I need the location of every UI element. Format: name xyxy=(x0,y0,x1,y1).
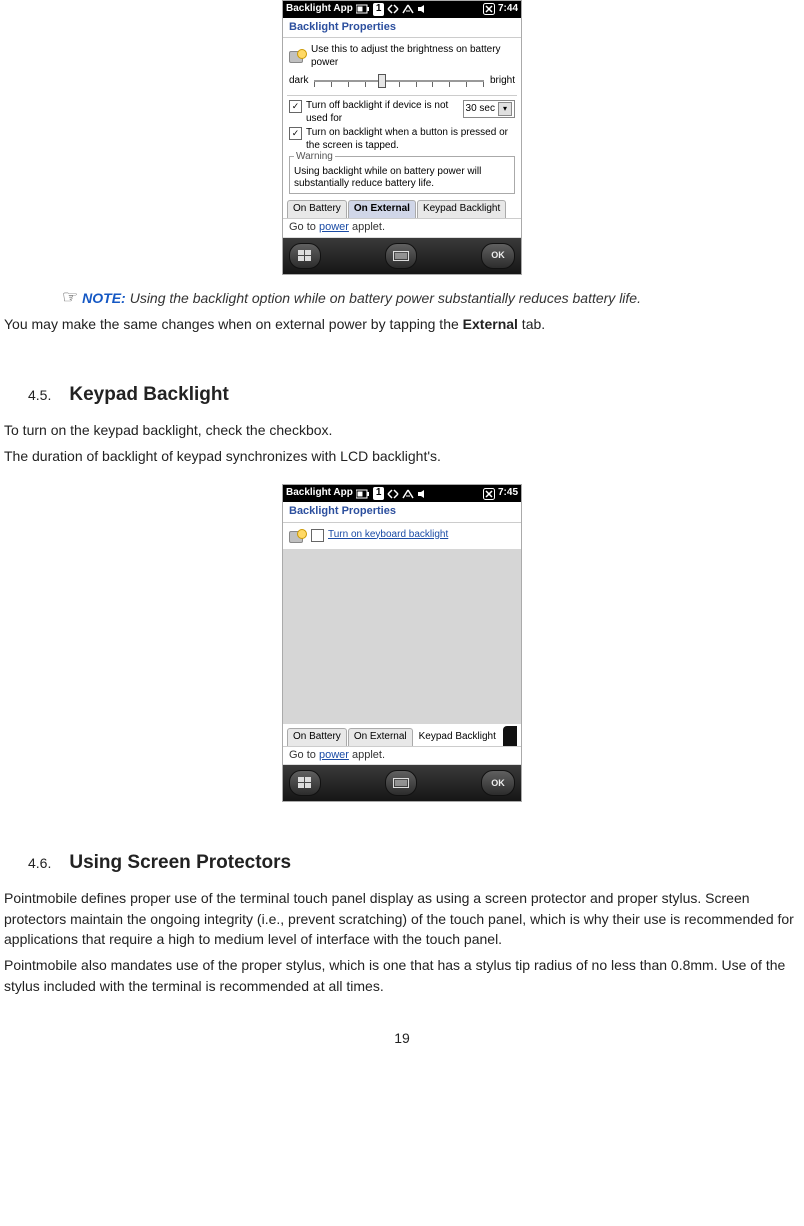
ok-button[interactable]: OK xyxy=(481,243,515,269)
goto-line: Go to power applet. xyxy=(283,747,521,766)
tab-keypad-backlight[interactable]: Keypad Backlight xyxy=(414,729,501,746)
status-app-name: Backlight App xyxy=(286,487,353,500)
tab-bar: On Battery On External Keypad Backlight xyxy=(283,196,521,219)
slider-label-dark: dark xyxy=(289,75,308,88)
timeout-select[interactable]: 30 sec ▾ xyxy=(463,100,515,118)
ok-button[interactable]: OK xyxy=(481,770,515,796)
volume-icon xyxy=(417,489,427,499)
soft-key-bar: OK xyxy=(283,765,521,801)
status-badge: 1 xyxy=(373,487,385,500)
signal-icon xyxy=(402,489,414,499)
page-number: 19 xyxy=(4,1030,800,1046)
status-bar: Backlight App 1 7:45 xyxy=(283,485,521,502)
signal-icon xyxy=(402,4,414,14)
warning-legend: Warning xyxy=(294,151,335,164)
battery-icon xyxy=(356,489,370,499)
battery-icon xyxy=(356,4,370,14)
tab-on-external[interactable]: On External xyxy=(348,200,416,218)
keyboard-button[interactable] xyxy=(385,243,417,269)
screenshot-keypad-backlight: Backlight App 1 7:45 Backlight Propertie… xyxy=(282,484,522,802)
note-text: Using the backlight option while on batt… xyxy=(130,290,641,306)
power-link[interactable]: power xyxy=(319,221,349,233)
pointing-hand-icon: ☞ xyxy=(62,287,78,308)
windows-icon xyxy=(298,250,312,262)
section-4-6-heading: 4.6.Using Screen Protectors xyxy=(28,852,800,874)
tab-keypad-backlight[interactable]: Keypad Backlight xyxy=(417,200,506,218)
timeout-label: Turn off backlight if device is not used… xyxy=(306,100,459,125)
external-tab-para: You may make the same changes when on ex… xyxy=(4,314,800,334)
status-badge: 1 xyxy=(373,3,385,16)
tab-on-battery[interactable]: On Battery xyxy=(287,200,347,218)
brightness-icon xyxy=(289,529,307,545)
note-label: NOTE: xyxy=(82,290,126,306)
sec45-para1: To turn on the keypad backlight, check t… xyxy=(4,420,800,440)
keyboard-backlight-checkbox[interactable] xyxy=(311,529,324,542)
tap-label: Turn on backlight when a button is press… xyxy=(306,127,515,152)
brightness-icon xyxy=(289,49,307,65)
sync-icon xyxy=(387,4,399,14)
keyboard-icon xyxy=(393,251,409,261)
goto-line: Go to power applet. xyxy=(283,219,521,238)
brightness-slider[interactable] xyxy=(312,71,486,91)
sec46-para2: Pointmobile also mandates use of the pro… xyxy=(4,955,800,996)
soft-key-bar: OK xyxy=(283,238,521,274)
status-time: 7:45 xyxy=(498,487,518,500)
timeout-value: 30 sec xyxy=(466,103,495,116)
section-4-5-heading: 4.5.Keypad Backlight xyxy=(28,384,800,406)
keyboard-button[interactable] xyxy=(385,770,417,796)
tab-bar: On Battery On External Keypad Backlight xyxy=(283,724,521,747)
windows-icon xyxy=(298,777,312,789)
screenshot-backlight-properties: Backlight App 1 7:44 Backlight Propertie… xyxy=(282,0,522,275)
warning-box: Warning Using backlight while on battery… xyxy=(289,156,515,194)
note-line: ☞ NOTE: Using the backlight option while… xyxy=(62,287,800,308)
close-icon xyxy=(483,488,495,500)
brightness-desc: Use this to adjust the brightness on bat… xyxy=(311,44,515,69)
empty-body xyxy=(283,549,521,724)
status-bar: Backlight App 1 7:44 xyxy=(283,1,521,18)
start-button[interactable] xyxy=(289,243,321,269)
chevron-down-icon: ▾ xyxy=(498,102,512,116)
status-app-name: Backlight App xyxy=(286,3,353,16)
slider-label-bright: bright xyxy=(490,75,515,88)
sec45-para2: The duration of backlight of keypad sync… xyxy=(4,446,800,466)
close-icon xyxy=(483,3,495,15)
sec46-para1: Pointmobile defines proper use of the te… xyxy=(4,888,800,949)
keyboard-backlight-label: Turn on keyboard backlight xyxy=(328,529,515,542)
sync-icon xyxy=(387,489,399,499)
tap-checkbox[interactable]: ✓ xyxy=(289,127,302,140)
tab-on-external[interactable]: On External xyxy=(348,728,413,746)
status-time: 7:44 xyxy=(498,3,518,16)
window-title: Backlight Properties xyxy=(283,502,521,523)
volume-icon xyxy=(417,4,427,14)
warning-text: Using backlight while on battery power w… xyxy=(294,166,510,191)
keyboard-icon xyxy=(393,778,409,788)
timeout-checkbox[interactable]: ✓ xyxy=(289,100,302,113)
window-title: Backlight Properties xyxy=(283,18,521,39)
tab-corner xyxy=(503,726,517,746)
start-button[interactable] xyxy=(289,770,321,796)
power-link[interactable]: power xyxy=(319,749,349,761)
tab-on-battery[interactable]: On Battery xyxy=(287,728,347,746)
